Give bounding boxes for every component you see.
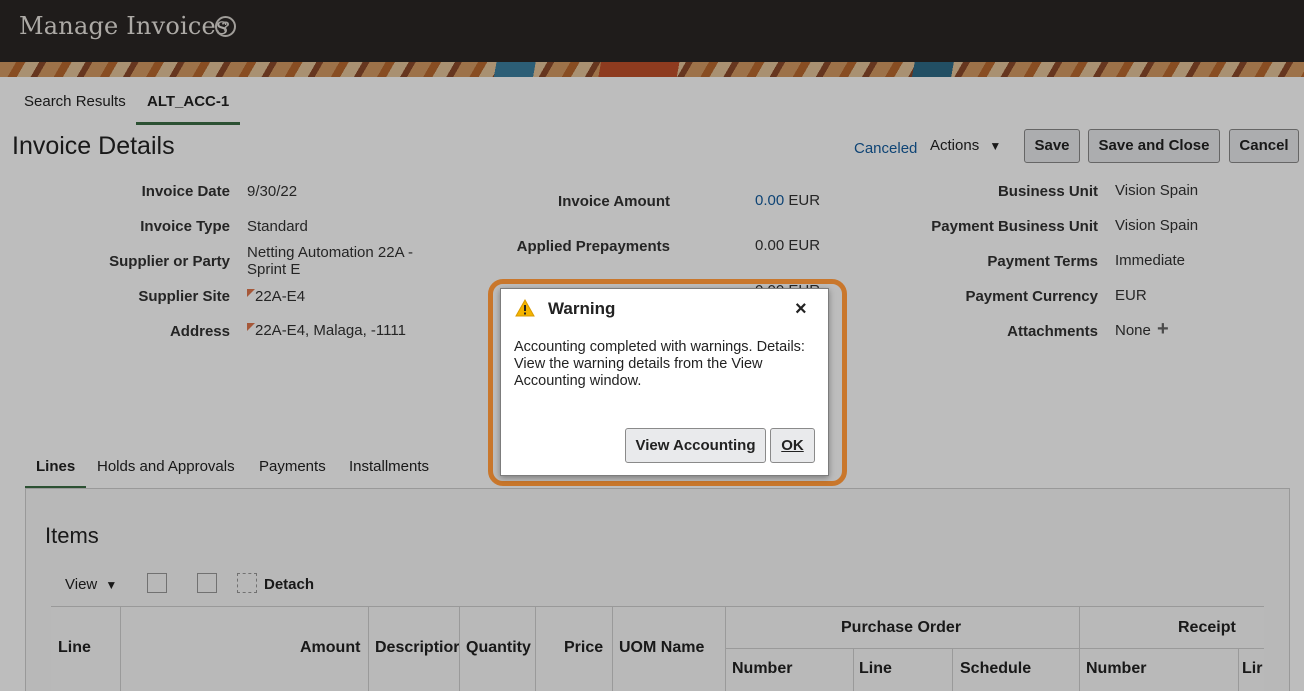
dialog-title: Warning xyxy=(548,299,616,318)
close-icon[interactable]: × xyxy=(795,298,807,321)
view-accounting-button[interactable]: View Accounting xyxy=(625,428,766,463)
warning-dialog: Warning × Accounting completed with warn… xyxy=(500,288,829,476)
warning-icon xyxy=(515,299,535,317)
dialog-message: Accounting completed with warnings. Deta… xyxy=(514,339,805,389)
ok-button[interactable]: OK xyxy=(770,428,815,463)
